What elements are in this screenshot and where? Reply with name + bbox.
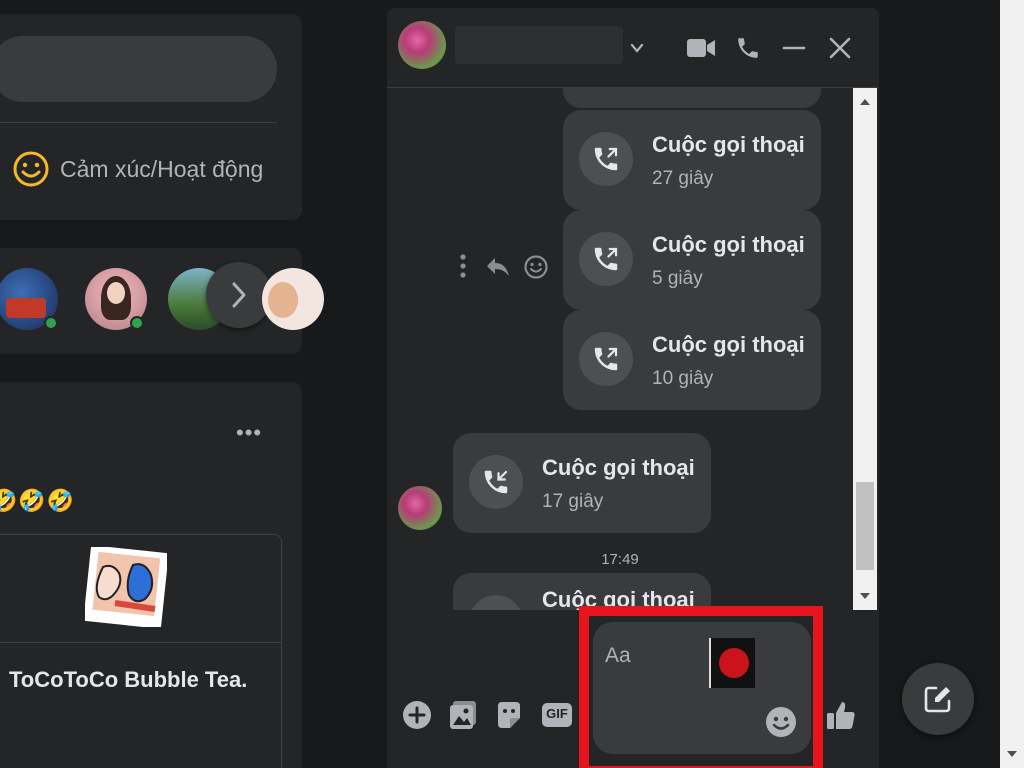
call-title: Cuộc gọi thoại: [652, 132, 805, 157]
call-message-bubble[interactable]: Cuộc gọi thoại 27 giây: [563, 110, 821, 210]
call-duration: 27 giây: [652, 168, 714, 189]
plus-icon: [403, 701, 431, 729]
phone-incoming-icon: [481, 607, 511, 610]
react-smile-icon[interactable]: [523, 254, 549, 280]
post-more-button[interactable]: •••: [236, 420, 262, 446]
call-title: Cuộc gọi thoại: [542, 455, 695, 480]
reply-icon[interactable]: [485, 255, 511, 279]
compose-icon: [924, 686, 951, 713]
link-preview-title: ToCoToCo Bubble Tea.: [9, 667, 248, 692]
message-scrollbar[interactable]: [853, 88, 877, 610]
whats-on-your-mind-input[interactable]: [0, 36, 277, 102]
call-title: Cuộc gọi thoại: [652, 232, 805, 257]
page-scrollbar[interactable]: [1000, 0, 1024, 768]
phone-icon: [738, 38, 758, 58]
call-icon-circle: [469, 595, 523, 610]
chat-options-button[interactable]: [621, 32, 653, 64]
more-actions-button[interactable]: [400, 698, 434, 732]
call-icon-circle: [579, 132, 633, 186]
message-input-placeholder: Aa: [605, 644, 631, 667]
feeling-activity-label: Cảm xúc/Hoạt động: [60, 155, 264, 182]
image-icon: [450, 701, 476, 729]
call-duration: 10 giây: [652, 368, 714, 389]
like-icon: [827, 702, 855, 729]
phone-outgoing-icon: [594, 347, 618, 371]
voice-call-button[interactable]: [732, 32, 764, 64]
chat-contact-name-redacted[interactable]: [455, 26, 623, 64]
message-input[interactable]: Aa: [593, 622, 811, 754]
call-title: Cuộc gọi thoại: [652, 332, 805, 357]
gif-button[interactable]: GIF: [540, 698, 574, 732]
record-indicator: [719, 648, 749, 678]
post-text: 🤣🤣🤣: [0, 488, 76, 513]
minimize-button[interactable]: [778, 32, 810, 64]
link-preview[interactable]: ToCoToCo Bubble Tea.: [0, 534, 282, 768]
more-vertical-icon[interactable]: [457, 252, 469, 280]
phone-incoming-icon: [484, 470, 508, 494]
message-bubble-partial: [563, 88, 821, 108]
close-chat-button[interactable]: [824, 32, 856, 64]
contact-avatar[interactable]: [262, 268, 324, 330]
message-timestamp: 17:49: [601, 551, 639, 568]
tocotoco-logo-image: [85, 547, 167, 627]
sticker-button[interactable]: [492, 698, 526, 732]
sender-avatar[interactable]: [398, 486, 442, 530]
online-status: [130, 316, 144, 330]
like-button[interactable]: [824, 698, 858, 732]
phone-outgoing-icon: [594, 247, 618, 271]
scrollbar-thumb[interactable]: [856, 482, 874, 570]
call-duration: 5 giây: [652, 268, 703, 289]
new-message-button[interactable]: [902, 663, 974, 735]
video-call-icon: [687, 39, 715, 57]
online-status: [44, 316, 58, 330]
chevron-down-icon: [630, 43, 644, 53]
chevron-right-icon: [232, 282, 246, 308]
attach-image-button[interactable]: [446, 698, 480, 732]
call-message-bubble[interactable]: Cuộc gọi thoại 10 giây: [563, 310, 821, 410]
emoji-button[interactable]: [765, 706, 797, 738]
close-icon: [829, 37, 851, 59]
phone-outgoing-icon: [594, 147, 618, 171]
call-icon-circle: [469, 455, 523, 509]
call-icon-circle: [579, 332, 633, 386]
chat-header: [387, 8, 879, 88]
smile-icon: [13, 151, 49, 187]
chat-contact-avatar[interactable]: [398, 21, 446, 69]
call-message-bubble[interactable]: Cuộc gọi thoại 17 giây: [453, 433, 711, 533]
divider: [0, 122, 277, 123]
call-duration: 17 giây: [542, 491, 604, 512]
page-scroll-down-arrow-icon[interactable]: [1000, 746, 1024, 762]
link-preview-image-area: [0, 535, 281, 643]
feed-post: ••• 🤣🤣🤣 ToCoToCo Bubble Tea.: [0, 382, 302, 768]
sticker-icon: [498, 702, 520, 728]
post-composer-card: Cảm xúc/Hoạt động: [0, 14, 302, 220]
feeling-activity-button[interactable]: Cảm xúc/Hoạt động: [12, 150, 263, 188]
call-message-bubble[interactable]: Cuộc gọi thoại: [453, 573, 711, 610]
gif-label: GIF: [546, 706, 568, 721]
chat-window: Cuộc gọi thoại 27 giây Cuộc gọi thoại 5 …: [387, 8, 879, 768]
message-list[interactable]: Cuộc gọi thoại 27 giây Cuộc gọi thoại 5 …: [387, 88, 853, 610]
contacts-strip: [0, 248, 324, 354]
minimize-icon: [782, 46, 806, 50]
call-message-bubble[interactable]: Cuộc gọi thoại 5 giây: [563, 210, 821, 310]
scroll-down-arrow-icon[interactable]: [853, 588, 877, 604]
call-icon-circle: [579, 232, 633, 286]
call-title: Cuộc gọi thoại: [542, 587, 695, 610]
video-call-button[interactable]: [685, 32, 717, 64]
scroll-up-arrow-icon[interactable]: [853, 94, 877, 110]
recording-thumbnail[interactable]: [709, 638, 755, 688]
